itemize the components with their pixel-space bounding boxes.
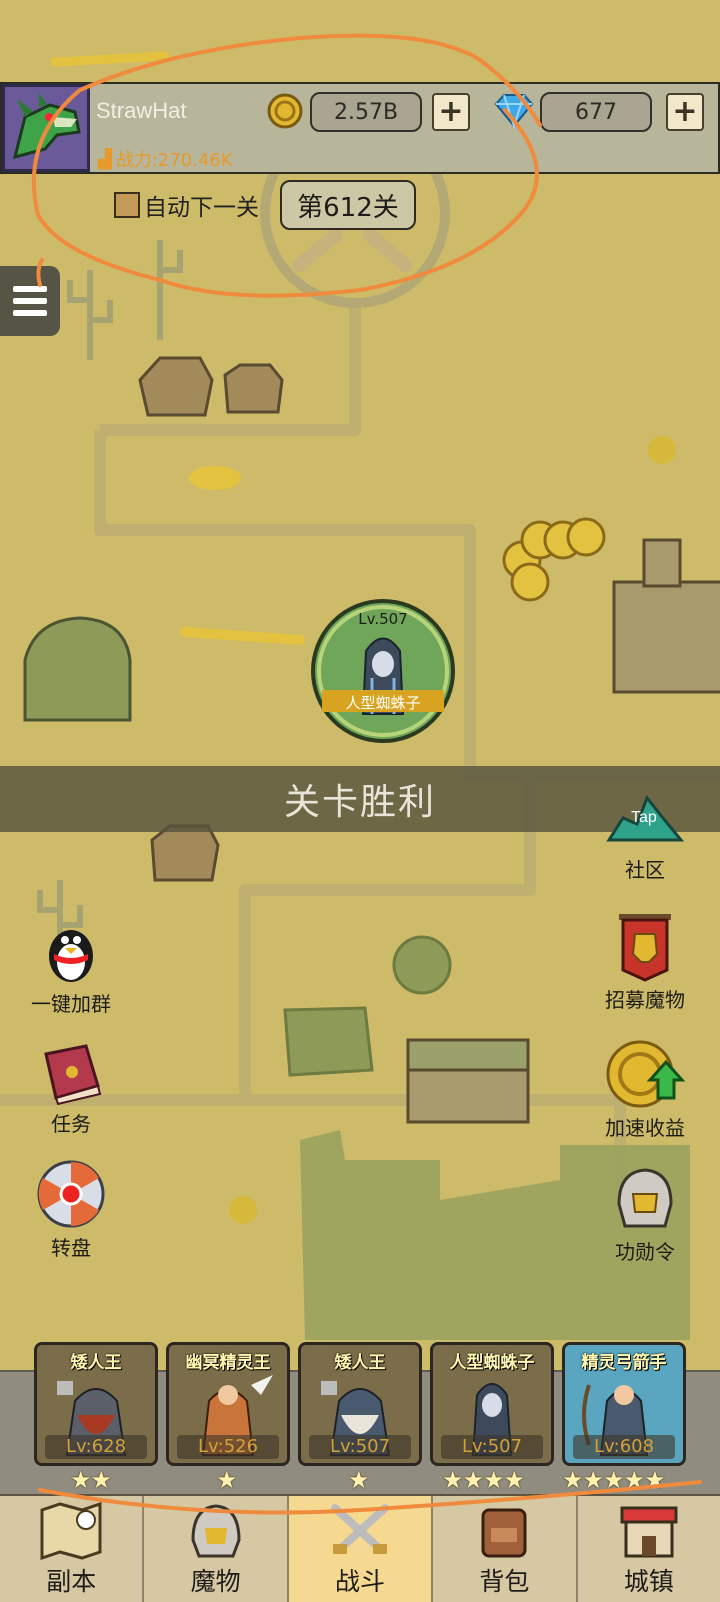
recruit-banner-icon [619, 914, 671, 982]
combat-power: ▟ 战力:270.46K [98, 146, 233, 172]
recruit-monster-label: 招募魔物 [605, 988, 685, 1012]
star-rating: ★★ [70, 1466, 112, 1494]
tab-dungeon-label: 副本 [46, 1567, 97, 1596]
add-gems-button[interactable]: + [666, 93, 704, 131]
penguin-icon [49, 930, 93, 982]
backpack-icon [481, 1508, 527, 1558]
svg-text:Tap: Tap [631, 809, 657, 826]
auto-next-checkbox[interactable] [114, 192, 140, 218]
quest-book-icon [44, 1044, 102, 1106]
tab-town-label: 城镇 [623, 1567, 674, 1596]
quest-label: 任务 [51, 1112, 91, 1136]
tab-backpack-label: 背包 [479, 1567, 530, 1596]
community-label: 社区 [625, 858, 665, 882]
dragon-avatar-icon [5, 87, 87, 169]
tab-battle-label: 战斗 [335, 1567, 386, 1596]
spin-wheel-icon [37, 1160, 105, 1228]
player-name: StrawHat [96, 98, 187, 123]
hamburger-icon [13, 286, 47, 292]
tab-monsters[interactable]: 魔物 [144, 1496, 289, 1602]
tab-town[interactable]: 城镇 [578, 1496, 720, 1602]
monster-helmet-icon [191, 1504, 241, 1558]
team-card-level: Lv:526 [177, 1435, 279, 1459]
speed-income-label: 加速收益 [605, 1116, 685, 1140]
current-stage-badge: 第612关 [280, 180, 416, 230]
speed-income-button[interactable]: 加速收益 [590, 1036, 700, 1141]
gem-amount: 677 [540, 92, 652, 132]
hero-level: Lv.507 [358, 610, 408, 628]
spin-wheel-button[interactable]: 转盘 [16, 1158, 126, 1261]
power-icon: ▟ [98, 148, 112, 170]
team-card[interactable]: 精灵弓箭手 Lv:608 [562, 1342, 686, 1466]
map-icon [40, 1501, 102, 1560]
team-card-name: 矮人王 [70, 1353, 122, 1373]
diamond-icon [492, 92, 536, 134]
tab-dungeon[interactable]: 副本 [0, 1496, 145, 1602]
gold-amount: 2.57B [310, 92, 422, 132]
add-gold-button[interactable]: + [432, 93, 470, 131]
hero-unit[interactable]: Lv.507 人型蜘蛛子 [308, 596, 458, 746]
hero-name: 人型蜘蛛子 [345, 694, 421, 712]
star-rating: ★★★★ [442, 1466, 525, 1494]
team-card[interactable]: 人型蜘蛛子 Lv:507 [430, 1342, 554, 1466]
town-shop-icon [620, 1506, 678, 1558]
team-card-level: Lv:507 [309, 1435, 411, 1459]
speed-coin-icon [606, 1040, 686, 1108]
merit-order-button[interactable]: 功勋令 [590, 1164, 700, 1265]
team-card-level: Lv:608 [573, 1435, 675, 1459]
merit-order-label: 功勋令 [615, 1240, 675, 1264]
team-card-level: Lv:507 [441, 1435, 543, 1459]
tab-battle[interactable]: 战斗 [288, 1496, 434, 1602]
team-card-name: 幽冥精灵王 [185, 1353, 271, 1373]
auto-next-label: 自动下一关 [144, 195, 259, 221]
community-button[interactable]: Tap 社区 [590, 790, 700, 883]
team-card-name: 精灵弓箭手 [581, 1353, 667, 1373]
player-avatar[interactable] [2, 84, 90, 172]
team-card-level: Lv:628 [45, 1435, 147, 1459]
join-group-button[interactable]: 一键加群 [16, 918, 126, 1017]
team-card[interactable]: 矮人王 Lv:628 [34, 1342, 158, 1466]
tab-monsters-label: 魔物 [190, 1567, 241, 1596]
star-rating: ★ [348, 1466, 369, 1494]
spin-wheel-label: 转盘 [51, 1236, 91, 1260]
star-rating: ★★★★★ [562, 1466, 666, 1494]
auto-next-stage-toggle[interactable]: 自动下一关 [114, 188, 259, 222]
recruit-monster-button[interactable]: 招募魔物 [590, 910, 700, 1013]
bottom-navigation: 副本 魔物 战斗 背包 城镇 [0, 1494, 720, 1602]
team-card-name: 矮人王 [334, 1353, 386, 1373]
helmet-icon [617, 1168, 673, 1228]
team-card[interactable]: 矮人王 Lv:507 [298, 1342, 422, 1466]
star-rating: ★ [216, 1466, 237, 1494]
menu-button[interactable] [0, 266, 60, 336]
taptap-icon: Tap [606, 795, 685, 842]
crossed-swords-icon [331, 1504, 390, 1554]
quest-button[interactable]: 任务 [16, 1040, 126, 1137]
combat-power-value: 战力:270.46K [115, 150, 233, 171]
tab-backpack[interactable]: 背包 [433, 1496, 578, 1602]
team-card[interactable]: 幽冥精灵王 Lv:526 [166, 1342, 290, 1466]
team-card-name: 人型蜘蛛子 [449, 1353, 535, 1373]
join-group-label: 一键加群 [31, 992, 111, 1016]
gold-coin-icon [266, 92, 304, 134]
